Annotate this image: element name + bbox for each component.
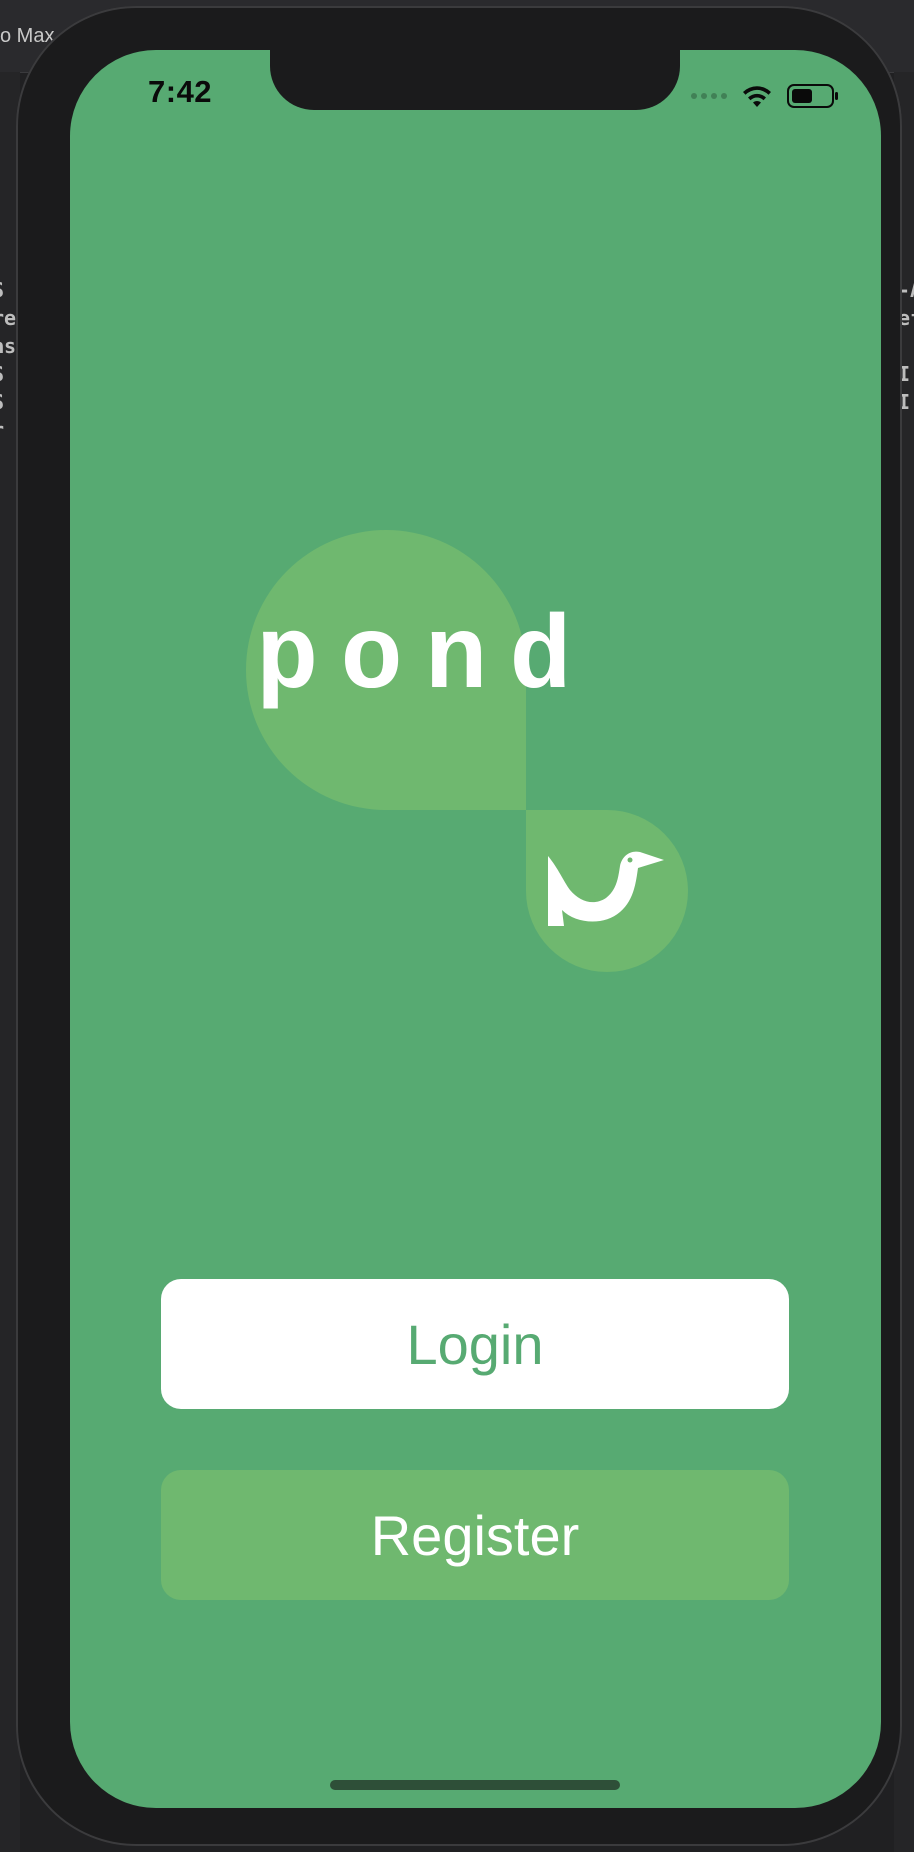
pond-logo: pond xyxy=(246,530,688,980)
battery-icon xyxy=(787,83,839,109)
status-icons xyxy=(691,82,839,110)
simulator-frame: 7:42 pond Login Register xyxy=(16,6,902,1846)
signal-icon xyxy=(691,93,727,99)
home-indicator[interactable] xyxy=(330,1780,620,1790)
login-button[interactable]: Login xyxy=(161,1279,789,1409)
notch xyxy=(270,50,680,110)
bird-icon xyxy=(548,851,664,926)
register-button[interactable]: Register xyxy=(161,1470,789,1600)
logo-badge xyxy=(526,810,688,972)
wifi-icon xyxy=(741,83,773,109)
app-screen: 7:42 pond Login Register xyxy=(70,50,881,1808)
status-time: 7:42 xyxy=(148,74,213,109)
logo-wordmark: pond xyxy=(256,601,594,719)
